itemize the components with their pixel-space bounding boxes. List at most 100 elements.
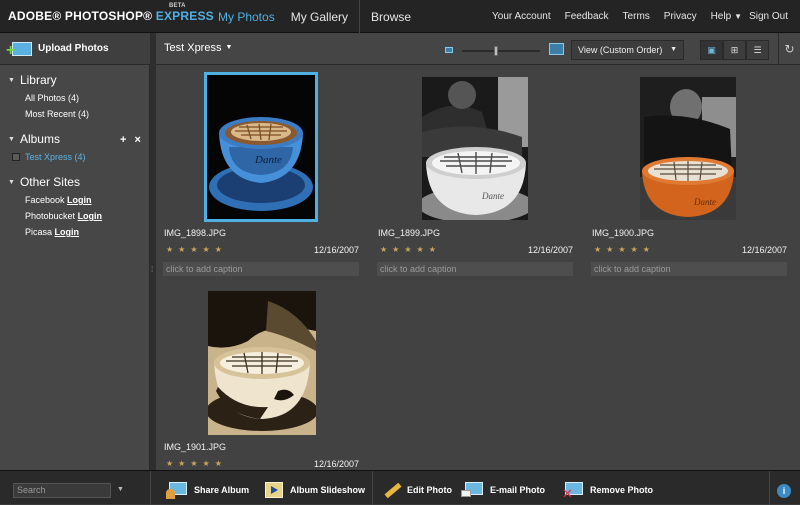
single-view-button[interactable]: ▣ [700,40,723,60]
upload-icon: + [6,40,32,58]
album-title-dropdown[interactable]: Test Xpress ▼ [164,42,232,54]
link-your-account[interactable]: Your Account [485,11,558,22]
site-facebook: Facebook Login [25,195,92,205]
slideshow-icon [264,481,284,499]
site-photobucket: Photobucket Login [25,211,103,221]
link-feedback[interactable]: Feedback [558,11,616,22]
photo-filename: IMG_1901.JPG [164,442,227,452]
logo-express: EXPRESS [155,9,214,23]
sidebar-item-all-photos[interactable]: All Photos (4) [25,93,79,103]
zoom-slider-thumb[interactable] [494,46,498,56]
link-sign-out[interactable]: Sign Out [742,11,800,22]
rating-stars[interactable]: ★★★★★ [380,245,441,254]
person-orange-cup-image: Dante [640,77,736,220]
coffee-cup-image: Dante [207,75,315,219]
share-album-icon [166,481,188,499]
photo-filename: IMG_1899.JPG [378,228,441,238]
photo-thumbnail[interactable]: Dante [204,72,318,222]
splitter-grip-icon[interactable]: ⁞ [151,265,153,274]
info-button[interactable]: i [777,484,791,498]
pencil-icon [381,481,402,499]
sepia-coffee-image [208,291,316,435]
grid-view-button[interactable]: ⊞ [723,40,746,60]
remove-photo-button[interactable]: ✕ Remove Photo [562,480,653,500]
divider [372,471,373,505]
photo-filename: IMG_1898.JPG [164,228,227,238]
help-caret-icon[interactable]: ▼ [734,12,742,21]
remove-album-icon[interactable]: × [135,134,141,146]
top-bar: ADOBE® PHOTOSHOP® EXPRESS BETA My Photos… [0,0,800,33]
expand-triangle-icon: ▼ [8,77,15,84]
search-options-chevron-icon[interactable]: ▼ [117,486,124,493]
zoom-large-icon[interactable] [549,43,564,55]
picasa-login-link[interactable]: Login [55,227,80,237]
link-terms[interactable]: Terms [616,11,657,22]
logo-beta: BETA [169,3,186,9]
app-logo[interactable]: ADOBE® PHOTOSHOP® EXPRESS BETA [8,3,214,23]
rating-stars[interactable]: ★★★★★ [166,459,227,468]
nav-browse[interactable]: Browse [363,10,419,24]
email-icon [461,481,484,499]
album-actions: + × [120,134,146,146]
nav-my-gallery[interactable]: My Gallery [283,10,356,24]
svg-text:Dante: Dante [481,191,504,201]
grid-view-icon: ⊞ [730,44,739,55]
photo-thumbnail[interactable]: Dante [640,77,736,220]
nav-divider [359,0,361,33]
albums-section-header[interactable]: ▼ Albums [8,132,60,146]
caption-input[interactable]: click to add caption [591,262,787,276]
expand-triangle-icon: ▼ [8,179,15,186]
search-input[interactable]: Search [13,483,111,498]
upload-photos-button[interactable]: + Upload Photos [0,33,150,65]
sidebar-item-most-recent[interactable]: Most Recent (4) [25,109,89,119]
sidebar-item-test-xpress[interactable]: Test Xpress (4) [12,152,86,162]
photo-grid: Dante IMG_1898.JPG ★★★★★ 12/16/2007 clic… [156,65,800,470]
share-album-button[interactable]: Share Album [166,480,249,500]
refresh-icon: ↻ [784,42,795,56]
photo-date: 12/16/2007 [528,245,574,255]
album-toolbar: Test Xpress ▼ View (Custom Order) ▼ ▣ ⊞ ☰… [156,33,800,65]
single-view-icon: ▣ [707,44,716,55]
photo-date: 12/16/2007 [314,245,360,255]
edit-photo-button[interactable]: Edit Photo [381,480,452,500]
photobucket-login-link[interactable]: Login [78,211,103,221]
utility-nav: Your Account Feedback Terms Privacy Help… [485,0,800,33]
album-slideshow-button[interactable]: Album Slideshow [264,480,365,500]
list-view-icon: ☰ [753,44,762,55]
caption-input[interactable]: click to add caption [377,262,573,276]
main-nav: My Photos My Gallery Browse [210,0,419,33]
divider [769,471,770,505]
photo-thumbnail[interactable]: Dante [422,77,528,220]
chevron-down-icon: ▼ [225,44,233,51]
list-view-button[interactable]: ☰ [746,40,769,60]
refresh-button[interactable]: ↻ [778,33,800,65]
site-picasa: Picasa Login [25,227,80,237]
link-privacy[interactable]: Privacy [657,11,704,22]
facebook-login-link[interactable]: Login [67,195,92,205]
link-help[interactable]: Help [704,11,739,22]
bottom-action-bar: Search ▼ Share Album Album Slideshow Edi… [0,470,800,505]
photo-date: 12/16/2007 [742,245,788,255]
chevron-down-icon: ▼ [670,46,677,53]
remove-icon: ✕ [562,481,584,500]
rating-stars[interactable]: ★★★★★ [166,245,227,254]
photo-date: 12/16/2007 [314,459,360,469]
divider [150,471,151,505]
email-photo-button[interactable]: E-mail Photo [461,480,545,500]
nav-my-photos[interactable]: My Photos [210,10,283,24]
expand-triangle-icon: ▼ [8,136,15,143]
svg-text:Dante: Dante [693,197,716,207]
rating-stars[interactable]: ★★★★★ [594,245,655,254]
photo-thumbnail[interactable] [208,291,316,435]
view-mode-buttons: ▣ ⊞ ☰ [700,40,769,60]
photo-filename: IMG_1900.JPG [592,228,655,238]
zoom-slider[interactable] [462,50,540,52]
logo-main: ADOBE® PHOTOSHOP® [8,9,153,23]
other-sites-section-header[interactable]: ▼ Other Sites [8,175,80,189]
album-checkbox[interactable] [12,153,20,161]
caption-input[interactable]: click to add caption [163,262,359,276]
add-album-icon[interactable]: + [120,134,126,146]
zoom-small-icon[interactable] [445,47,453,53]
library-section-header[interactable]: ▼ Library [8,73,57,87]
view-order-select[interactable]: View (Custom Order) ▼ [571,40,684,60]
